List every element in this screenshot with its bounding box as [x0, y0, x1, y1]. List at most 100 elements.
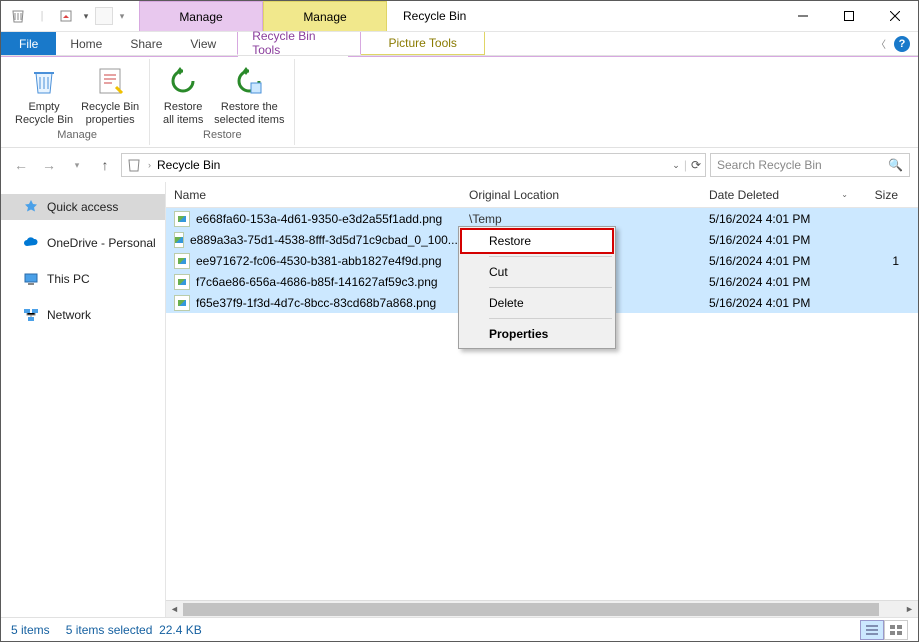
search-input[interactable]: Search Recycle Bin 🔍: [710, 153, 910, 177]
contextual-tab-recycle: Manage: [139, 1, 263, 31]
context-menu-properties[interactable]: Properties: [461, 322, 613, 346]
recycle-bin-icon[interactable]: [7, 5, 29, 27]
sidebar-item-label: Network: [47, 308, 91, 322]
address-dropdown-icon[interactable]: ⌄: [672, 160, 680, 171]
context-menu-cut[interactable]: Cut: [461, 260, 613, 284]
qat-customize-icon[interactable]: ▾: [115, 11, 129, 22]
properties-icon: [94, 65, 126, 97]
forward-button[interactable]: →: [37, 153, 61, 177]
empty-recycle-bin-button[interactable]: Empty Recycle Bin: [11, 61, 77, 129]
tab-view[interactable]: View: [176, 32, 230, 55]
ribbon: Empty Recycle Bin Recycle Bin properties…: [1, 56, 918, 148]
recycle-bin-properties-button[interactable]: Recycle Bin properties: [77, 61, 143, 129]
empty-bin-icon: [28, 65, 60, 97]
cell-date-deleted: 5/16/2024 4:01 PM: [701, 254, 857, 268]
recent-locations-icon[interactable]: ▾: [65, 153, 89, 177]
cell-name: ee971672-fc06-4530-b381-abb1827e4f9d.png: [166, 253, 461, 269]
ribbon-collapse-icon[interactable]: 〈: [876, 36, 886, 51]
status-selected-count: 5 items selected 22.4 KB: [66, 623, 202, 637]
column-header-original-location[interactable]: Original Location: [461, 182, 701, 207]
pc-icon: [23, 271, 39, 287]
network-icon: [23, 307, 39, 323]
ribbon-group-label: Restore: [203, 129, 242, 143]
address-bar-row: ← → ▾ ↑ › Recycle Bin ⌄ | ⟳ Search Recyc…: [1, 148, 918, 182]
sidebar-item-quick-access[interactable]: Quick access: [1, 194, 165, 220]
column-header-size[interactable]: Size: [857, 182, 907, 207]
qat-dropdown-icon[interactable]: ▾: [79, 11, 93, 22]
navigation-pane: Quick access OneDrive - Personal This PC…: [1, 182, 166, 617]
scroll-right-icon[interactable]: ►: [901, 601, 918, 618]
cell-date-deleted: 5/16/2024 4:01 PM: [701, 296, 857, 310]
image-file-icon: [174, 232, 184, 248]
sidebar-item-label: Quick access: [47, 200, 118, 214]
breadcrumb-separator-icon[interactable]: ›: [148, 160, 151, 170]
cell-date-deleted: 5/16/2024 4:01 PM: [701, 233, 857, 247]
cell-original-location: \Temp: [461, 212, 701, 226]
cloud-icon: [23, 235, 39, 251]
sidebar-item-network[interactable]: Network: [1, 302, 165, 328]
window-title: Recycle Bin: [403, 9, 466, 23]
ribbon-group-manage: Empty Recycle Bin Recycle Bin properties…: [5, 59, 150, 145]
properties-qat-icon[interactable]: [55, 5, 77, 27]
cell-name: e889a3a3-75d1-4538-8fff-3d5d71c9cbad_0_1…: [166, 232, 461, 248]
tab-file[interactable]: File: [1, 32, 56, 55]
search-icon[interactable]: 🔍: [888, 158, 903, 172]
up-button[interactable]: ↑: [93, 153, 117, 177]
cell-date-deleted: 5/16/2024 4:01 PM: [701, 275, 857, 289]
scrollbar-track[interactable]: [183, 601, 901, 618]
column-header-date-deleted[interactable]: Date Deleted⌄: [701, 182, 857, 207]
cell-date-deleted: 5/16/2024 4:01 PM: [701, 212, 857, 226]
ribbon-group-label: Manage: [57, 129, 97, 143]
context-menu-delete[interactable]: Delete: [461, 291, 613, 315]
sidebar-item-label: This PC: [47, 272, 90, 286]
close-button[interactable]: [872, 1, 918, 31]
qat-overflow-icon[interactable]: [95, 7, 113, 25]
image-file-icon: [174, 253, 190, 269]
context-menu-separator: [489, 318, 612, 319]
context-menu-restore[interactable]: Restore: [461, 229, 613, 253]
restore-all-button[interactable]: Restore all items: [156, 61, 210, 129]
refresh-icon[interactable]: ⟳: [691, 158, 701, 172]
scroll-left-icon[interactable]: ◄: [166, 601, 183, 618]
tab-recycle-bin-tools[interactable]: Recycle Bin Tools: [237, 32, 361, 55]
sort-indicator-icon: ⌄: [841, 190, 848, 199]
tab-share[interactable]: Share: [116, 32, 176, 55]
column-headers: Name Original Location Date Deleted⌄ Siz…: [166, 182, 918, 208]
sidebar-item-onedrive[interactable]: OneDrive - Personal: [1, 230, 165, 256]
cell-name: f65e37f9-1f3d-4d7c-8bcc-83cd68b7a868.png: [166, 295, 461, 311]
sidebar-item-label: OneDrive - Personal: [47, 236, 156, 250]
recycle-bin-breadcrumb-icon: [126, 157, 142, 173]
contextual-tab-picture: Manage: [263, 1, 387, 31]
back-button[interactable]: ←: [9, 153, 33, 177]
context-menu-separator: [489, 287, 612, 288]
image-file-icon: [174, 295, 190, 311]
thumbnails-view-button[interactable]: [884, 620, 908, 640]
cell-name: e668fa60-153a-4d61-9350-e3d2a55f1add.png: [166, 211, 461, 227]
maximize-button[interactable]: [826, 1, 872, 31]
context-menu: Restore Cut Delete Properties: [458, 226, 616, 349]
context-menu-separator: [489, 256, 612, 257]
breadcrumb-location[interactable]: Recycle Bin: [157, 158, 220, 172]
tab-home[interactable]: Home: [56, 32, 116, 55]
help-icon[interactable]: ?: [894, 36, 910, 52]
horizontal-scrollbar[interactable]: ◄ ►: [166, 600, 918, 617]
tab-picture-tools[interactable]: Picture Tools: [361, 32, 485, 55]
cell-size: 1: [857, 254, 907, 268]
status-item-count: 5 items: [11, 623, 50, 637]
details-view-button[interactable]: [860, 620, 884, 640]
quick-access-toolbar: | ▾ ▾: [1, 5, 129, 27]
image-file-icon: [174, 211, 190, 227]
sidebar-item-this-pc[interactable]: This PC: [1, 266, 165, 292]
scrollbar-thumb[interactable]: [183, 603, 879, 616]
image-file-icon: [174, 274, 190, 290]
qat-separator: |: [31, 5, 53, 27]
restore-selected-button[interactable]: Restore the selected items: [210, 61, 288, 129]
title-bar: | ▾ ▾ Manage Manage Recycle Bin: [1, 1, 918, 32]
column-header-name[interactable]: Name: [166, 182, 461, 207]
restore-all-icon: [167, 65, 199, 97]
status-bar: 5 items 5 items selected 22.4 KB: [1, 617, 918, 641]
minimize-button[interactable]: [780, 1, 826, 31]
ribbon-tab-strip: File Home Share View Recycle Bin Tools P…: [1, 32, 918, 56]
address-bar[interactable]: › Recycle Bin ⌄ | ⟳: [121, 153, 706, 177]
cell-name: f7c6ae86-656a-4686-b85f-141627af59c3.png: [166, 274, 461, 290]
